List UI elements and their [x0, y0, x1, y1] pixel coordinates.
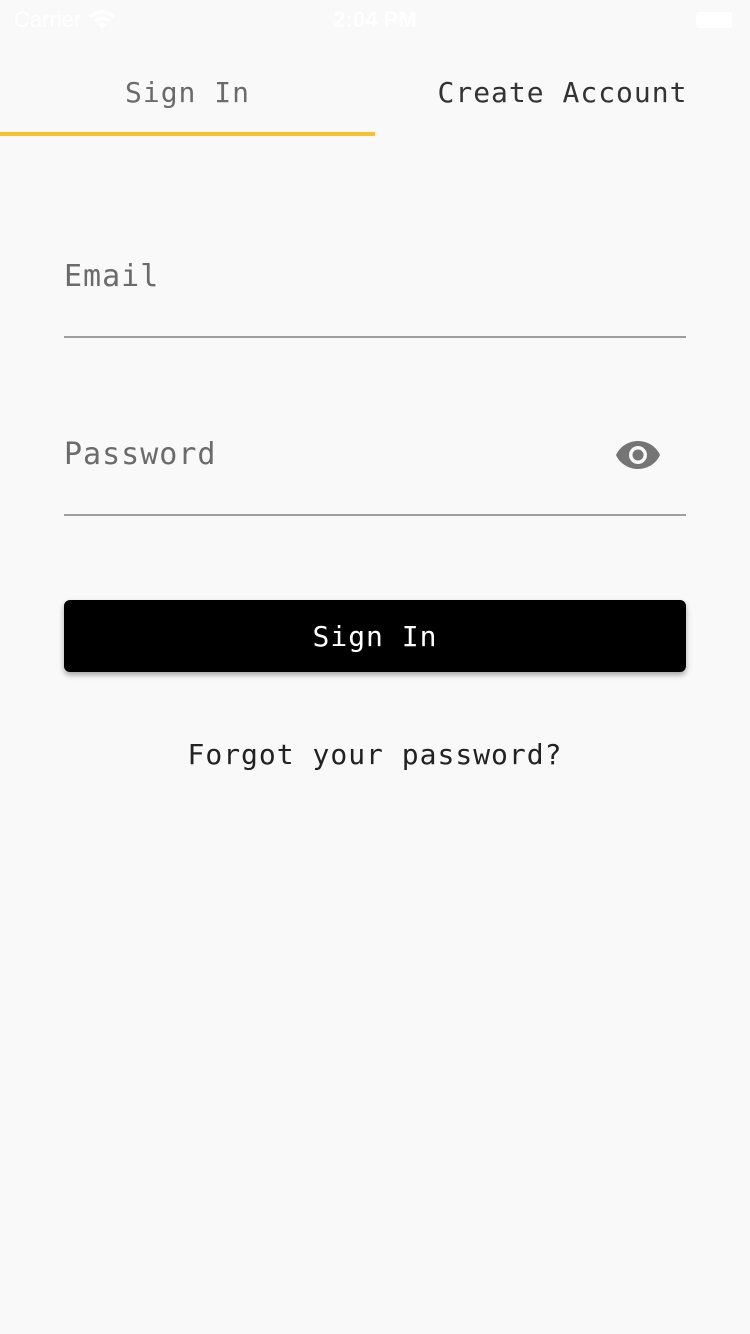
active-tab-indicator	[0, 132, 375, 136]
sign-in-screen: Carrier 2:04 PM Sign In Create Account E…	[0, 0, 750, 1334]
auth-tabs: Sign In Create Account	[0, 48, 750, 136]
sign-in-button[interactable]: Sign In	[64, 600, 686, 672]
forgot-password-link[interactable]: Forgot your password?	[0, 738, 750, 771]
tab-create-account[interactable]: Create Account	[375, 48, 750, 136]
password-field-container	[64, 428, 686, 516]
tab-sign-in[interactable]: Sign In	[0, 48, 375, 136]
tab-sign-in-label: Sign In	[124, 75, 250, 109]
password-field[interactable]	[64, 428, 594, 480]
email-field-container	[64, 250, 686, 338]
tab-create-account-label: Create Account	[437, 75, 688, 109]
status-bar: Carrier 2:04 PM	[0, 0, 750, 40]
eye-icon[interactable]	[614, 438, 662, 472]
status-time: 2:04 PM	[333, 7, 417, 32]
battery-icon	[696, 12, 732, 28]
email-field[interactable]	[64, 250, 686, 302]
